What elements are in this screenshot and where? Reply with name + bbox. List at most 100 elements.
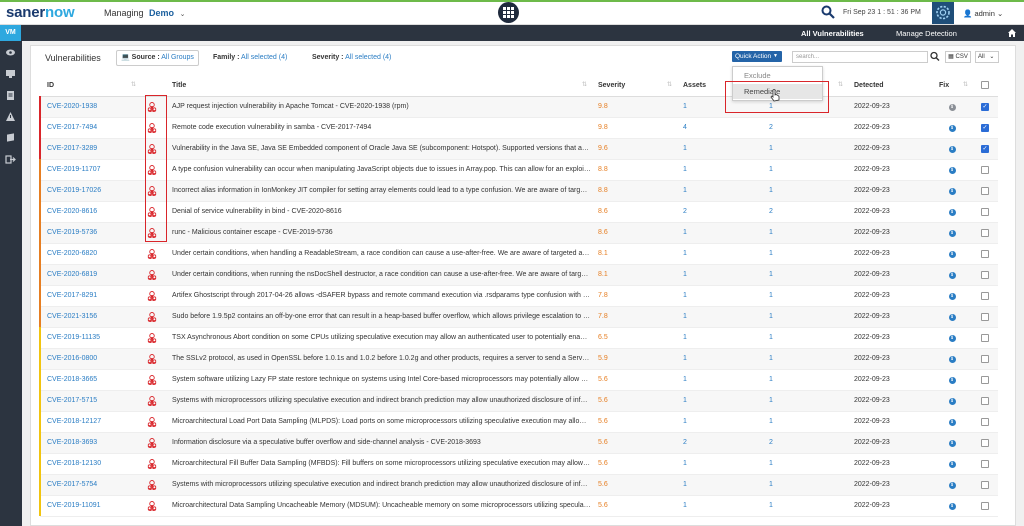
info-icon[interactable]: i	[948, 439, 956, 447]
table-row[interactable]: CVE-2019-11091 Microarchitectural Data Sa…	[40, 495, 998, 517]
cve-id-link[interactable]: CVE-2018-12130	[40, 453, 140, 475]
cve-id-link[interactable]: CVE-2017-5754	[40, 474, 140, 496]
assets-count-secondary[interactable]: 1	[762, 243, 847, 265]
table-row[interactable]: CVE-2021-3156 Sudo before 1.9.5p2 contain…	[40, 306, 998, 328]
info-icon[interactable]: i	[948, 145, 956, 153]
row-checkbox[interactable]	[981, 417, 989, 426]
cve-id-link[interactable]: CVE-2020-1938	[40, 96, 140, 118]
info-icon[interactable]: i	[948, 250, 956, 258]
row-checkbox[interactable]	[981, 249, 989, 258]
row-checkbox[interactable]: ✓	[981, 144, 989, 153]
table-row[interactable]: CVE-2020-6819 Under certain conditions, w…	[40, 264, 998, 286]
assets-count[interactable]: 1	[676, 243, 762, 265]
cve-id-link[interactable]: CVE-2017-3289	[40, 138, 140, 160]
info-icon[interactable]: i	[948, 397, 956, 405]
info-icon[interactable]: i	[948, 103, 956, 111]
cve-id-link[interactable]: CVE-2019-11135	[40, 327, 140, 349]
cve-id-link[interactable]: CVE-2018-3665	[40, 369, 140, 391]
assets-count[interactable]: 2	[676, 201, 762, 223]
cve-id-link[interactable]: CVE-2017-5715	[40, 390, 140, 412]
assets-count[interactable]: 1	[676, 453, 762, 475]
info-icon[interactable]: i	[948, 334, 956, 342]
vm-section-tab[interactable]: VM	[0, 25, 21, 41]
csv-export-button[interactable]: ▦ CSV	[945, 51, 971, 63]
page-size-select[interactable]: All ⌄	[975, 51, 999, 63]
family-filter[interactable]: Family : All selected (4)	[213, 54, 287, 61]
assets-count[interactable]: 1	[676, 390, 762, 412]
assets-count-secondary[interactable]: 1	[762, 453, 847, 475]
col-header-id[interactable]: ID ⇅	[40, 75, 140, 97]
logout-icon[interactable]	[5, 154, 16, 165]
table-row[interactable]: CVE-2017-8291 Artifex Ghostscript through…	[40, 285, 998, 307]
row-checkbox[interactable]	[981, 228, 989, 237]
assets-count-secondary[interactable]: 1	[762, 411, 847, 433]
nav-manage-detection[interactable]: Manage Detection	[896, 29, 957, 38]
info-icon[interactable]: i	[948, 502, 956, 510]
row-checkbox[interactable]: ✓	[981, 123, 989, 132]
assets-count[interactable]: 1	[676, 474, 762, 496]
info-icon[interactable]: i	[948, 376, 956, 384]
assets-count[interactable]: 1	[676, 369, 762, 391]
row-checkbox[interactable]	[981, 480, 989, 489]
org-selector[interactable]: Managing Demo ⌄	[104, 8, 185, 18]
assets-count-secondary[interactable]: 2	[762, 201, 847, 223]
row-checkbox[interactable]	[981, 207, 989, 216]
row-checkbox[interactable]	[981, 501, 989, 510]
search-icon[interactable]	[930, 51, 940, 62]
table-row[interactable]: CVE-2018-3693 Information disclosure via …	[40, 432, 998, 454]
row-checkbox[interactable]	[981, 396, 989, 405]
report-icon[interactable]	[5, 90, 16, 101]
table-row[interactable]: CVE-2019-17026 Incorrect alias informatio…	[40, 180, 998, 202]
assets-count[interactable]: 1	[676, 348, 762, 370]
select-all-checkbox[interactable]	[981, 81, 989, 90]
info-icon[interactable]: i	[948, 481, 956, 489]
assets-count[interactable]: 2	[676, 432, 762, 454]
cve-id-link[interactable]: CVE-2019-17026	[40, 180, 140, 202]
quick-action-button[interactable]: Quick Action ▼	[732, 51, 782, 62]
assets-count-secondary[interactable]: 1	[762, 138, 847, 160]
assets-count[interactable]: 1	[676, 285, 762, 307]
cve-id-link[interactable]: CVE-2020-8616	[40, 201, 140, 223]
source-filter[interactable]: 💻 Source : All Groups	[116, 50, 199, 66]
col-header-severity[interactable]: Severity ⇅	[591, 75, 676, 97]
cve-id-link[interactable]: CVE-2019-11091	[40, 495, 140, 517]
row-checkbox[interactable]	[981, 333, 989, 342]
row-checkbox[interactable]	[981, 438, 989, 447]
saner-now-logo[interactable]: sanernow	[6, 4, 75, 21]
cve-id-link[interactable]: CVE-2020-6819	[40, 264, 140, 286]
cve-id-link[interactable]: CVE-2016-0800	[40, 348, 140, 370]
cve-id-link[interactable]: CVE-2018-3693	[40, 432, 140, 454]
table-row[interactable]: CVE-2016-0800 The SSLv2 protocol, as used…	[40, 348, 998, 370]
cve-id-link[interactable]: CVE-2017-8291	[40, 285, 140, 307]
col-header-fix[interactable]: Fix ⇅	[932, 75, 972, 97]
info-icon[interactable]: i	[948, 418, 956, 426]
assets-count-secondary[interactable]: 2	[762, 432, 847, 454]
home-icon[interactable]	[1007, 28, 1017, 38]
row-checkbox[interactable]	[981, 291, 989, 300]
assets-count-secondary[interactable]: 1	[762, 369, 847, 391]
table-row[interactable]: CVE-2017-3289 Vulnerability in the Java S…	[40, 138, 998, 160]
cve-id-link[interactable]: CVE-2020-6820	[40, 243, 140, 265]
info-icon[interactable]: i	[948, 187, 956, 195]
book-icon[interactable]	[5, 133, 16, 144]
info-icon[interactable]: i	[948, 271, 956, 279]
user-menu[interactable]: 👤 admin ⌄	[963, 9, 1003, 18]
monitor-icon[interactable]	[5, 68, 16, 79]
info-icon[interactable]: i	[948, 313, 956, 321]
cve-id-link[interactable]: CVE-2019-5736	[40, 222, 140, 244]
info-icon[interactable]: i	[948, 166, 956, 174]
row-checkbox[interactable]	[981, 186, 989, 195]
eye-icon[interactable]	[5, 47, 16, 58]
warning-icon[interactable]	[5, 111, 16, 122]
assets-count-secondary[interactable]: 1	[762, 390, 847, 412]
col-header-detected[interactable]: Detected	[847, 75, 932, 97]
table-row[interactable]: CVE-2017-5715 Systems with microprocessor…	[40, 390, 998, 412]
row-checkbox[interactable]: ✓	[981, 102, 989, 111]
settings-button[interactable]	[932, 1, 954, 24]
info-icon[interactable]: i	[948, 229, 956, 237]
table-row[interactable]: CVE-2018-12130 Microarchitectural Fill Bu…	[40, 453, 998, 475]
table-row[interactable]: CVE-2020-1938 AJP request injection vulne…	[40, 96, 998, 118]
assets-count[interactable]: 1	[676, 159, 762, 181]
row-checkbox[interactable]	[981, 354, 989, 363]
severity-filter[interactable]: Severity : All selected (4)	[312, 54, 391, 61]
